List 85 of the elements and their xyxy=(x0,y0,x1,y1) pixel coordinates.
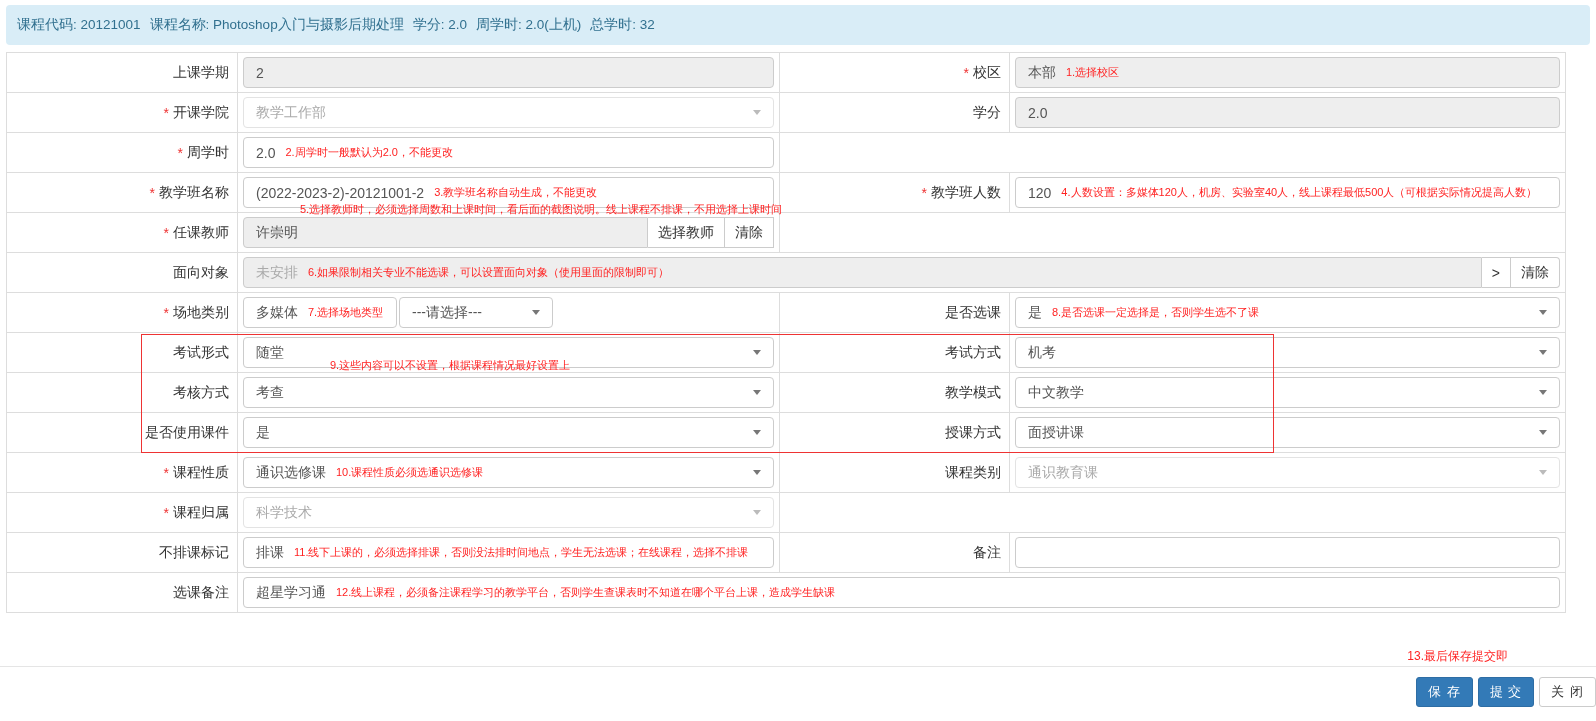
annotation-note: 8.是否选课一定选择是，否则学生选不了课 xyxy=(1052,305,1260,320)
select-field[interactable]: 是 8.是否选课一定选择是，否则学生选不了课 xyxy=(1015,297,1560,328)
required-mark: * xyxy=(163,304,169,321)
addon-button[interactable]: 清除 xyxy=(725,217,774,248)
select-field[interactable]: 考查 xyxy=(243,377,774,408)
annotation-note: 2.周学时一般默认为2.0，不能更改 xyxy=(285,145,453,160)
addon-button[interactable]: > xyxy=(1481,257,1511,288)
addon-button[interactable]: 选择教师 xyxy=(648,217,725,248)
field-label: 教学模式 xyxy=(945,383,1001,402)
required-mark: * xyxy=(149,184,155,201)
select-field[interactable]: 机考 xyxy=(1015,337,1560,368)
input-field[interactable]: 超星学习通 12.线上课程，必须备注课程学习的教学平台，否则学生查课表时不知道在哪个平台上课，造成学生缺课 xyxy=(243,577,1560,608)
annotation-note: 1.选择校区 xyxy=(1066,65,1120,80)
field-label: 备注 xyxy=(973,543,1001,562)
field-label: 是否使用课件 xyxy=(145,423,229,442)
required-mark: * xyxy=(163,224,169,241)
field-label: 面向对象 xyxy=(173,263,229,282)
field-label: 学分 xyxy=(973,103,1001,122)
field-label: 任课教师 xyxy=(173,223,229,242)
required-mark: * xyxy=(177,144,183,161)
select-field[interactable]: 面授讲课 xyxy=(1015,417,1560,448)
caret-icon xyxy=(1539,390,1547,395)
required-mark: * xyxy=(921,184,927,201)
field-label: 教学班名称 xyxy=(159,183,229,202)
field-label: 上课学期 xyxy=(173,63,229,82)
field-label: 课程性质 xyxy=(173,463,229,482)
field-label: 周学时 xyxy=(187,143,229,162)
caret-icon xyxy=(753,430,761,435)
select-field[interactable]: 多媒体 7.选择场地类型 xyxy=(243,297,397,328)
required-mark: * xyxy=(963,64,969,81)
field-label: 校区 xyxy=(973,63,1001,82)
action-button[interactable]: 保 存 xyxy=(1416,677,1473,707)
field-label: 场地类别 xyxy=(173,303,229,322)
input-field[interactable]: 本部 1.选择校区 xyxy=(1015,57,1560,88)
field-label: 授课方式 xyxy=(945,423,1001,442)
field-label: 是否选课 xyxy=(945,303,1001,322)
course-info-text: 周学时: 2.0(上机) xyxy=(475,16,582,34)
field-label: 课程归属 xyxy=(173,503,229,522)
select-field[interactable]: 通识选修课 10.课程性质必须选通识选修课 xyxy=(243,457,774,488)
select-field[interactable]: 中文教学 xyxy=(1015,377,1560,408)
required-mark: * xyxy=(163,104,169,121)
select-field[interactable]: 是 xyxy=(243,417,774,448)
caret-icon xyxy=(753,350,761,355)
field-label: 教学班人数 xyxy=(931,183,1001,202)
annotation-note: 11.线下上课的，必须选择排课，否则没法排时间地点，学生无法选课；在线课程，选择不排课 xyxy=(294,545,749,560)
annotation-note: 10.课程性质必须选通识选修课 xyxy=(336,465,484,480)
addon-button[interactable]: 清除 xyxy=(1511,257,1560,288)
field-label: 考试方式 xyxy=(945,343,1001,362)
caret-icon xyxy=(1539,470,1547,475)
caret-icon xyxy=(532,310,540,315)
required-mark: * xyxy=(163,464,169,481)
course-info-text: 学分: 2.0 xyxy=(412,16,467,34)
field-label: 课程类别 xyxy=(945,463,1001,482)
course-info-text: 课程代码: 20121001 xyxy=(17,16,141,34)
course-info-text: 课程名称: Photoshop入门与摄影后期处理 xyxy=(149,16,404,34)
caret-icon xyxy=(753,510,761,515)
action-button[interactable]: 关 闭 xyxy=(1539,677,1596,707)
field-label: 选课备注 xyxy=(173,583,229,602)
annotation-note: 3.教学班名称自动生成，不能更改 xyxy=(434,185,598,200)
field-label: 开课学院 xyxy=(173,103,229,122)
caret-icon xyxy=(1539,430,1547,435)
annotation-note: 13.最后保存提交即 xyxy=(1407,647,1508,665)
field-label: 考试形式 xyxy=(173,343,229,362)
input-field[interactable]: 2 xyxy=(243,57,774,88)
annotation-note: 6.如果限制相关专业不能选课，可以设置面向对象（使用里面的限制即可） xyxy=(308,265,670,280)
input-field[interactable]: 120 4.人数设置：多媒体120人，机房、实验室40人，线上课程最低500人（可根据实际情况提高人数） xyxy=(1015,177,1560,208)
required-mark: * xyxy=(163,504,169,521)
input-field[interactable]: 2.0 xyxy=(1015,97,1560,128)
caret-icon xyxy=(753,110,761,115)
input-field[interactable] xyxy=(1015,537,1560,568)
field-label: 考核方式 xyxy=(173,383,229,402)
field-label: 不排课标记 xyxy=(159,543,229,562)
annotation-note: 12.线上课程，必须备注课程学习的教学平台，否则学生查课表时不知道在哪个平台上课，造成学生缺课 xyxy=(336,585,836,600)
annotation-note: 4.人数设置：多媒体120人，机房、实验室40人，线上课程最低500人（可根据实际情况提高人数） xyxy=(1061,185,1538,200)
caret-icon xyxy=(1539,350,1547,355)
course-info-text: 总学时: 32 xyxy=(590,16,655,34)
select-field[interactable]: 排课 11.线下上课的，必须选择排课，否则没法排时间地点，学生无法选课；在线课程，选择不排课 xyxy=(243,537,774,568)
caret-icon xyxy=(753,470,761,475)
input-field[interactable]: 2.0 2.周学时一般默认为2.0，不能更改 xyxy=(243,137,774,168)
action-button[interactable]: 提 交 xyxy=(1477,677,1535,707)
select-field[interactable]: ---请选择--- xyxy=(399,297,553,328)
caret-icon xyxy=(753,390,761,395)
input-field[interactable]: 许崇明 xyxy=(243,217,648,248)
caret-icon xyxy=(1539,310,1547,315)
annotation-note: 7.选择场地类型 xyxy=(308,305,384,320)
